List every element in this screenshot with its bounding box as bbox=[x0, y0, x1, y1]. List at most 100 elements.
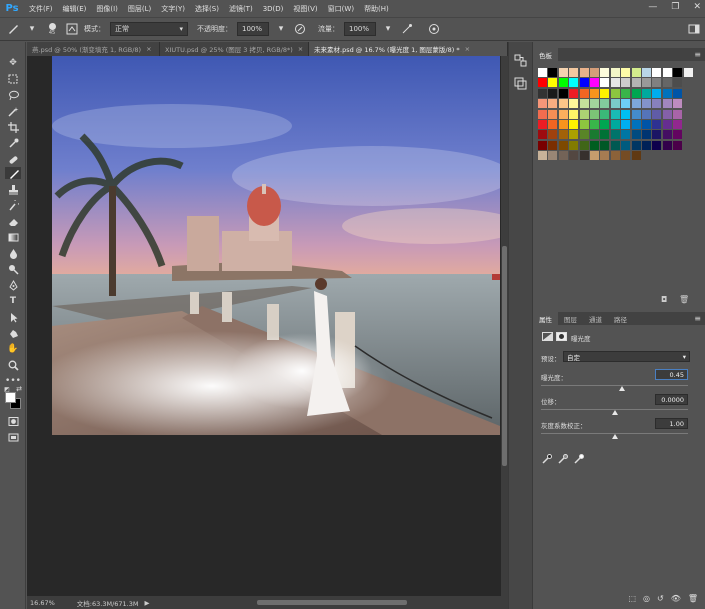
menu-layer[interactable]: 图层(L) bbox=[123, 4, 156, 14]
color-swatch[interactable] bbox=[631, 88, 641, 98]
brush-panel-toggle-icon[interactable] bbox=[65, 22, 79, 36]
color-swatch[interactable] bbox=[600, 109, 610, 119]
color-swatch[interactable] bbox=[600, 99, 610, 109]
color-swatch[interactable] bbox=[590, 109, 599, 119]
magic-wand-tool-icon[interactable] bbox=[5, 105, 21, 117]
color-swatch[interactable] bbox=[538, 130, 547, 140]
color-swatch[interactable] bbox=[538, 68, 547, 77]
color-swatch[interactable] bbox=[642, 99, 651, 109]
color-swatch[interactable] bbox=[569, 140, 579, 150]
color-swatch[interactable] bbox=[642, 109, 651, 119]
doc-tab-3-active[interactable]: 未来素材.psd @ 16.7% (曝光度 1, 图层蒙版/8) * × bbox=[309, 42, 508, 56]
color-swatch[interactable] bbox=[558, 151, 568, 161]
panel-menu-icon[interactable]: ≡ bbox=[694, 314, 701, 323]
flow-input[interactable]: 100% bbox=[344, 22, 376, 36]
color-swatch[interactable] bbox=[673, 78, 683, 88]
color-swatch[interactable] bbox=[600, 130, 610, 140]
color-swatch[interactable] bbox=[631, 140, 641, 150]
color-swatch[interactable] bbox=[610, 130, 620, 140]
vertical-scrollbar[interactable] bbox=[501, 56, 508, 596]
color-swatch[interactable] bbox=[673, 68, 683, 77]
color-swatch[interactable] bbox=[631, 151, 641, 161]
color-swatch[interactable] bbox=[652, 88, 662, 98]
color-swatch[interactable] bbox=[558, 120, 568, 129]
document-image[interactable] bbox=[52, 56, 500, 435]
color-swatch[interactable] bbox=[548, 78, 558, 88]
workspace-icon[interactable] bbox=[687, 22, 701, 36]
type-tool-icon[interactable]: T bbox=[5, 295, 21, 307]
color-swatch[interactable] bbox=[558, 140, 568, 150]
color-swatch[interactable] bbox=[662, 78, 672, 88]
brush-tool-button[interactable] bbox=[5, 167, 21, 179]
menu-file[interactable]: 文件(F) bbox=[24, 4, 58, 14]
gamma-slider-handle[interactable] bbox=[611, 434, 618, 439]
color-swatch[interactable] bbox=[610, 99, 620, 109]
clip-to-layer-icon[interactable]: ⬚ bbox=[628, 594, 636, 603]
color-swatch[interactable] bbox=[590, 140, 599, 150]
foreground-color-swatch[interactable] bbox=[5, 392, 16, 403]
color-swatch[interactable] bbox=[569, 130, 579, 140]
color-swatch[interactable] bbox=[610, 68, 620, 77]
color-swatch[interactable] bbox=[621, 78, 631, 88]
brush-size-picker[interactable]: 45 bbox=[44, 22, 60, 36]
color-swatch[interactable] bbox=[558, 109, 568, 119]
color-swatch[interactable] bbox=[600, 88, 610, 98]
path-selection-tool-icon[interactable] bbox=[5, 311, 21, 323]
color-swatch[interactable] bbox=[548, 68, 558, 77]
menu-3d[interactable]: 3D(D) bbox=[258, 5, 289, 13]
color-swatch[interactable] bbox=[548, 99, 558, 109]
pen-tool-icon[interactable] bbox=[5, 279, 21, 291]
tab-paths[interactable]: 路径 bbox=[608, 312, 633, 325]
screen-mode-icon[interactable] bbox=[5, 431, 21, 443]
color-swatch[interactable] bbox=[610, 120, 620, 129]
color-swatch[interactable] bbox=[621, 151, 631, 161]
color-swatch[interactable] bbox=[579, 140, 589, 150]
color-swatch[interactable] bbox=[548, 120, 558, 129]
color-swatch[interactable] bbox=[642, 130, 651, 140]
color-swatch[interactable] bbox=[538, 99, 547, 109]
color-swatch[interactable] bbox=[569, 78, 579, 88]
color-swatch[interactable] bbox=[538, 88, 547, 98]
color-swatch[interactable] bbox=[600, 68, 610, 77]
color-swatch[interactable] bbox=[673, 88, 683, 98]
color-swatch[interactable] bbox=[548, 88, 558, 98]
menu-window[interactable]: 窗口(W) bbox=[323, 4, 359, 14]
white-point-eyedropper-icon[interactable] bbox=[573, 454, 584, 467]
color-swatch[interactable] bbox=[569, 68, 579, 77]
airbrush-icon[interactable] bbox=[400, 22, 414, 36]
color-swatch[interactable] bbox=[600, 140, 610, 150]
color-swatch[interactable] bbox=[569, 99, 579, 109]
brush-tool-icon[interactable] bbox=[6, 22, 20, 36]
doc-tab-1[interactable]: 燕.psd @ 50% (渐变填充 1, RGB/8) × bbox=[27, 42, 160, 56]
panel-menu-icon[interactable]: ≡ bbox=[694, 50, 701, 59]
color-swatch[interactable] bbox=[610, 78, 620, 88]
reset-icon[interactable]: ↺ bbox=[657, 594, 664, 603]
tab-layers[interactable]: 图层 bbox=[558, 312, 583, 325]
history-brush-tool-icon[interactable] bbox=[5, 199, 21, 211]
new-swatch-icon[interactable]: ◘ bbox=[661, 295, 667, 304]
color-swatch[interactable] bbox=[621, 109, 631, 119]
color-swatch[interactable] bbox=[558, 68, 568, 77]
dodge-tool-icon[interactable] bbox=[5, 263, 21, 275]
color-swatch[interactable] bbox=[631, 78, 641, 88]
close-window-button[interactable]: ✕ bbox=[693, 2, 701, 12]
color-swatch[interactable] bbox=[621, 120, 631, 129]
clone-stamp-tool-icon[interactable] bbox=[5, 183, 21, 195]
color-swatch[interactable] bbox=[558, 88, 568, 98]
color-swatch[interactable] bbox=[569, 88, 579, 98]
exposure-input[interactable]: 0.45 bbox=[655, 369, 688, 380]
flow-dropdown-icon[interactable]: ▾ bbox=[381, 22, 395, 36]
color-swatch[interactable] bbox=[538, 78, 547, 88]
color-swatch[interactable] bbox=[662, 68, 672, 77]
gray-point-eyedropper-icon[interactable] bbox=[557, 454, 568, 467]
color-swatch[interactable] bbox=[590, 120, 599, 129]
color-swatch[interactable] bbox=[642, 120, 651, 129]
color-swatch[interactable] bbox=[652, 99, 662, 109]
zoom-level[interactable]: 16.67% bbox=[30, 599, 55, 607]
color-swatch[interactable] bbox=[569, 151, 579, 161]
menu-help[interactable]: 帮助(H) bbox=[359, 4, 394, 14]
zoom-tool-icon[interactable] bbox=[5, 359, 21, 371]
color-swatch[interactable] bbox=[558, 99, 568, 109]
history-panel-icon[interactable] bbox=[514, 54, 527, 69]
menu-filter[interactable]: 滤镜(T) bbox=[224, 4, 258, 14]
